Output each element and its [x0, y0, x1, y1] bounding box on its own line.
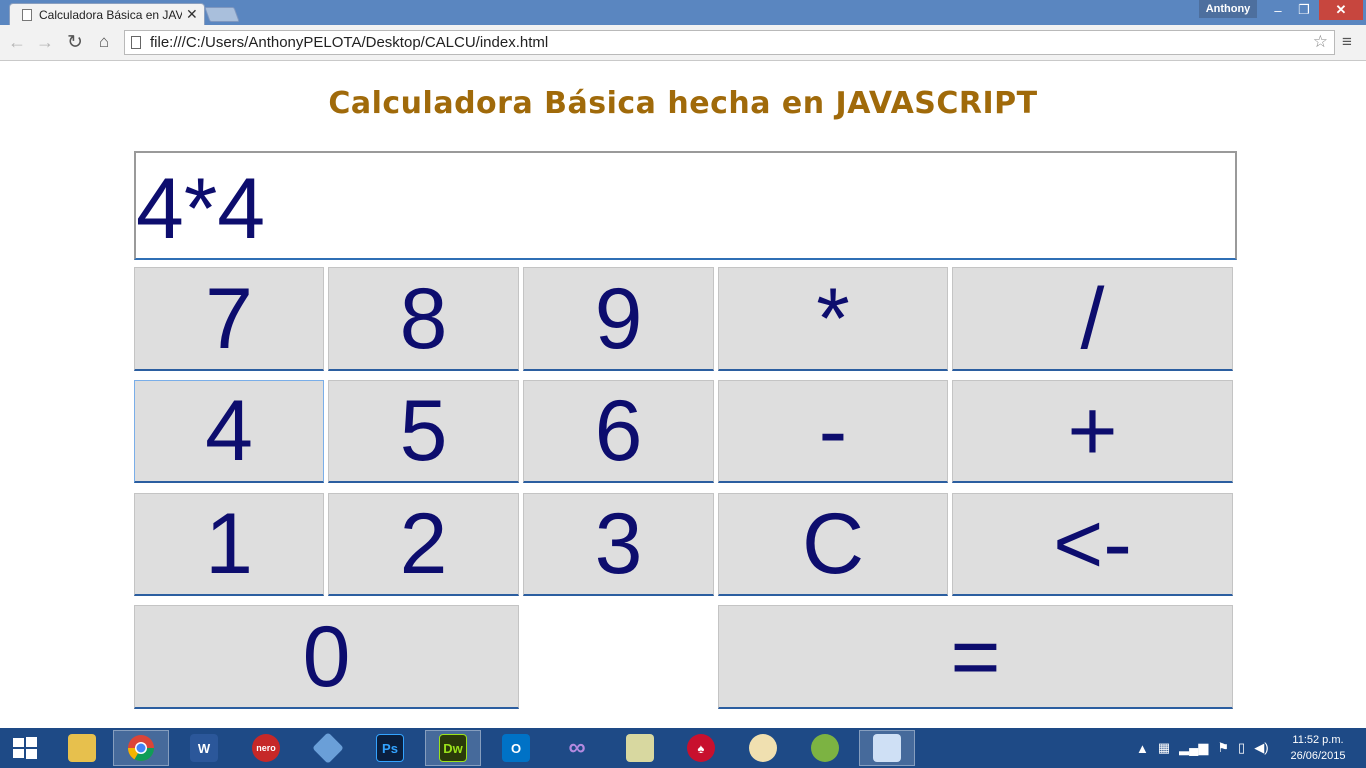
battery-icon[interactable]: ▯ [1238, 740, 1245, 756]
taskbar-dreamweaver[interactable]: Dw [425, 730, 481, 766]
taskbar-android-studio[interactable] [797, 730, 853, 766]
key-multiply[interactable]: * [718, 267, 948, 371]
signal-icon[interactable]: ▂▄▆ [1179, 740, 1208, 756]
page-title: Calculadora Básica hecha en JAVASCRIPT [328, 86, 1038, 121]
tab-title: Calculadora Básica en JAVA [39, 7, 182, 22]
virtualbox-icon [312, 732, 344, 764]
nero-icon: nero [252, 734, 280, 762]
system-tray: ▲ ▦ ▂▄▆ ⚑ ▯ ◀) [1136, 728, 1278, 768]
key-2[interactable]: 2 [328, 493, 519, 596]
browser-titlebar: Calculadora Básica en JAVA ✕ Anthony – ❐… [0, 0, 1366, 25]
taskbar-scanner[interactable] [612, 730, 668, 766]
photoshop-icon: Ps [376, 734, 404, 762]
key-5[interactable]: 5 [328, 380, 519, 483]
network-icon[interactable]: ▦ [1158, 740, 1170, 756]
paint-palette-icon [749, 734, 777, 762]
address-url[interactable]: file:///C:/Users/AnthonyPELOTA/Desktop/C… [150, 34, 548, 51]
taskbar-control-panel[interactable] [859, 730, 915, 766]
key-6[interactable]: 6 [523, 380, 714, 483]
key-clear[interactable]: C [718, 493, 948, 596]
taskbar-nero[interactable]: nero [238, 730, 294, 766]
display-value: 4*4 [136, 160, 266, 257]
document-icon [131, 36, 141, 49]
control-panel-icon [873, 734, 901, 762]
flag-icon[interactable]: ⚑ [1217, 740, 1229, 756]
key-8[interactable]: 8 [328, 267, 519, 371]
reload-icon[interactable]: ↻ [64, 31, 86, 53]
key-1[interactable]: 1 [134, 493, 324, 596]
tray-chevron-icon[interactable]: ▲ [1136, 741, 1149, 756]
taskbar-file-explorer[interactable] [54, 730, 110, 766]
key-3[interactable]: 3 [523, 493, 714, 596]
windows-taskbar: W nero Ps Dw O ∞ ♠ ▲ ▦ ▂▄▆ ⚑ ▯ ◀) 11:52 … [0, 728, 1366, 768]
taskbar-outlook[interactable]: O [488, 730, 544, 766]
volume-icon[interactable]: ◀) [1254, 740, 1268, 756]
word-icon: W [190, 734, 218, 762]
windows-logo-icon [13, 737, 37, 759]
folder-icon [68, 734, 96, 762]
browser-tab[interactable]: Calculadora Básica en JAVA ✕ [9, 3, 205, 25]
infinity-icon: ∞ [568, 734, 586, 761]
chrome-menu-icon[interactable]: ≡ [1342, 33, 1356, 51]
taskbar-photoshop[interactable]: Ps [362, 730, 418, 766]
taskbar-clock[interactable]: 11:52 p.m. 26/06/2015 [1285, 732, 1351, 764]
key-7[interactable]: 7 [134, 267, 324, 371]
clock-time: 11:52 p.m. [1292, 734, 1344, 746]
dreamweaver-icon: Dw [439, 734, 467, 762]
key-equals[interactable]: = [718, 605, 1233, 709]
page-content: Calculadora Básica hecha en JAVASCRIPT 4… [0, 62, 1366, 728]
start-button[interactable] [0, 730, 50, 766]
key-subtract[interactable]: - [718, 380, 948, 483]
key-0[interactable]: 0 [134, 605, 519, 709]
home-icon[interactable]: ⌂ [93, 31, 115, 53]
new-tab-button[interactable] [204, 7, 240, 22]
close-window-button[interactable]: ✕ [1319, 0, 1363, 20]
taskbar-word[interactable]: W [176, 730, 232, 766]
taskbar-virtualbox[interactable] [300, 730, 356, 766]
taskbar-visual-studio[interactable]: ∞ [549, 730, 605, 766]
pokerstars-icon: ♠ [687, 734, 715, 762]
taskbar-chrome[interactable] [113, 730, 169, 766]
taskbar-pokerstars[interactable]: ♠ [673, 730, 729, 766]
clock-date: 26/06/2015 [1290, 750, 1346, 762]
outlook-icon: O [502, 734, 530, 762]
profile-button[interactable]: Anthony [1199, 0, 1257, 18]
browser-toolbar: ← → ↻ ⌂ file:///C:/Users/AnthonyPELOTA/D… [0, 25, 1366, 61]
minimize-button[interactable]: – [1265, 0, 1291, 20]
tab-close-icon[interactable]: ✕ [186, 6, 198, 23]
key-divide[interactable]: / [952, 267, 1233, 371]
key-4[interactable]: 4 [134, 380, 324, 483]
scanner-icon [626, 734, 654, 762]
key-9[interactable]: 9 [523, 267, 714, 371]
key-add[interactable]: + [952, 380, 1233, 483]
bookmark-star-icon[interactable]: ☆ [1313, 32, 1328, 52]
chrome-icon [127, 735, 155, 762]
android-studio-icon [811, 734, 839, 762]
forward-arrow-icon[interactable]: → [34, 31, 56, 53]
back-arrow-icon[interactable]: ← [6, 31, 28, 53]
key-backspace[interactable]: <- [952, 493, 1233, 596]
address-bar[interactable]: file:///C:/Users/AnthonyPELOTA/Desktop/C… [124, 30, 1335, 55]
restore-button[interactable]: ❐ [1291, 0, 1317, 20]
taskbar-paint[interactable] [735, 730, 791, 766]
calculator-display[interactable]: 4*4 [134, 151, 1237, 260]
page-icon [22, 8, 32, 21]
